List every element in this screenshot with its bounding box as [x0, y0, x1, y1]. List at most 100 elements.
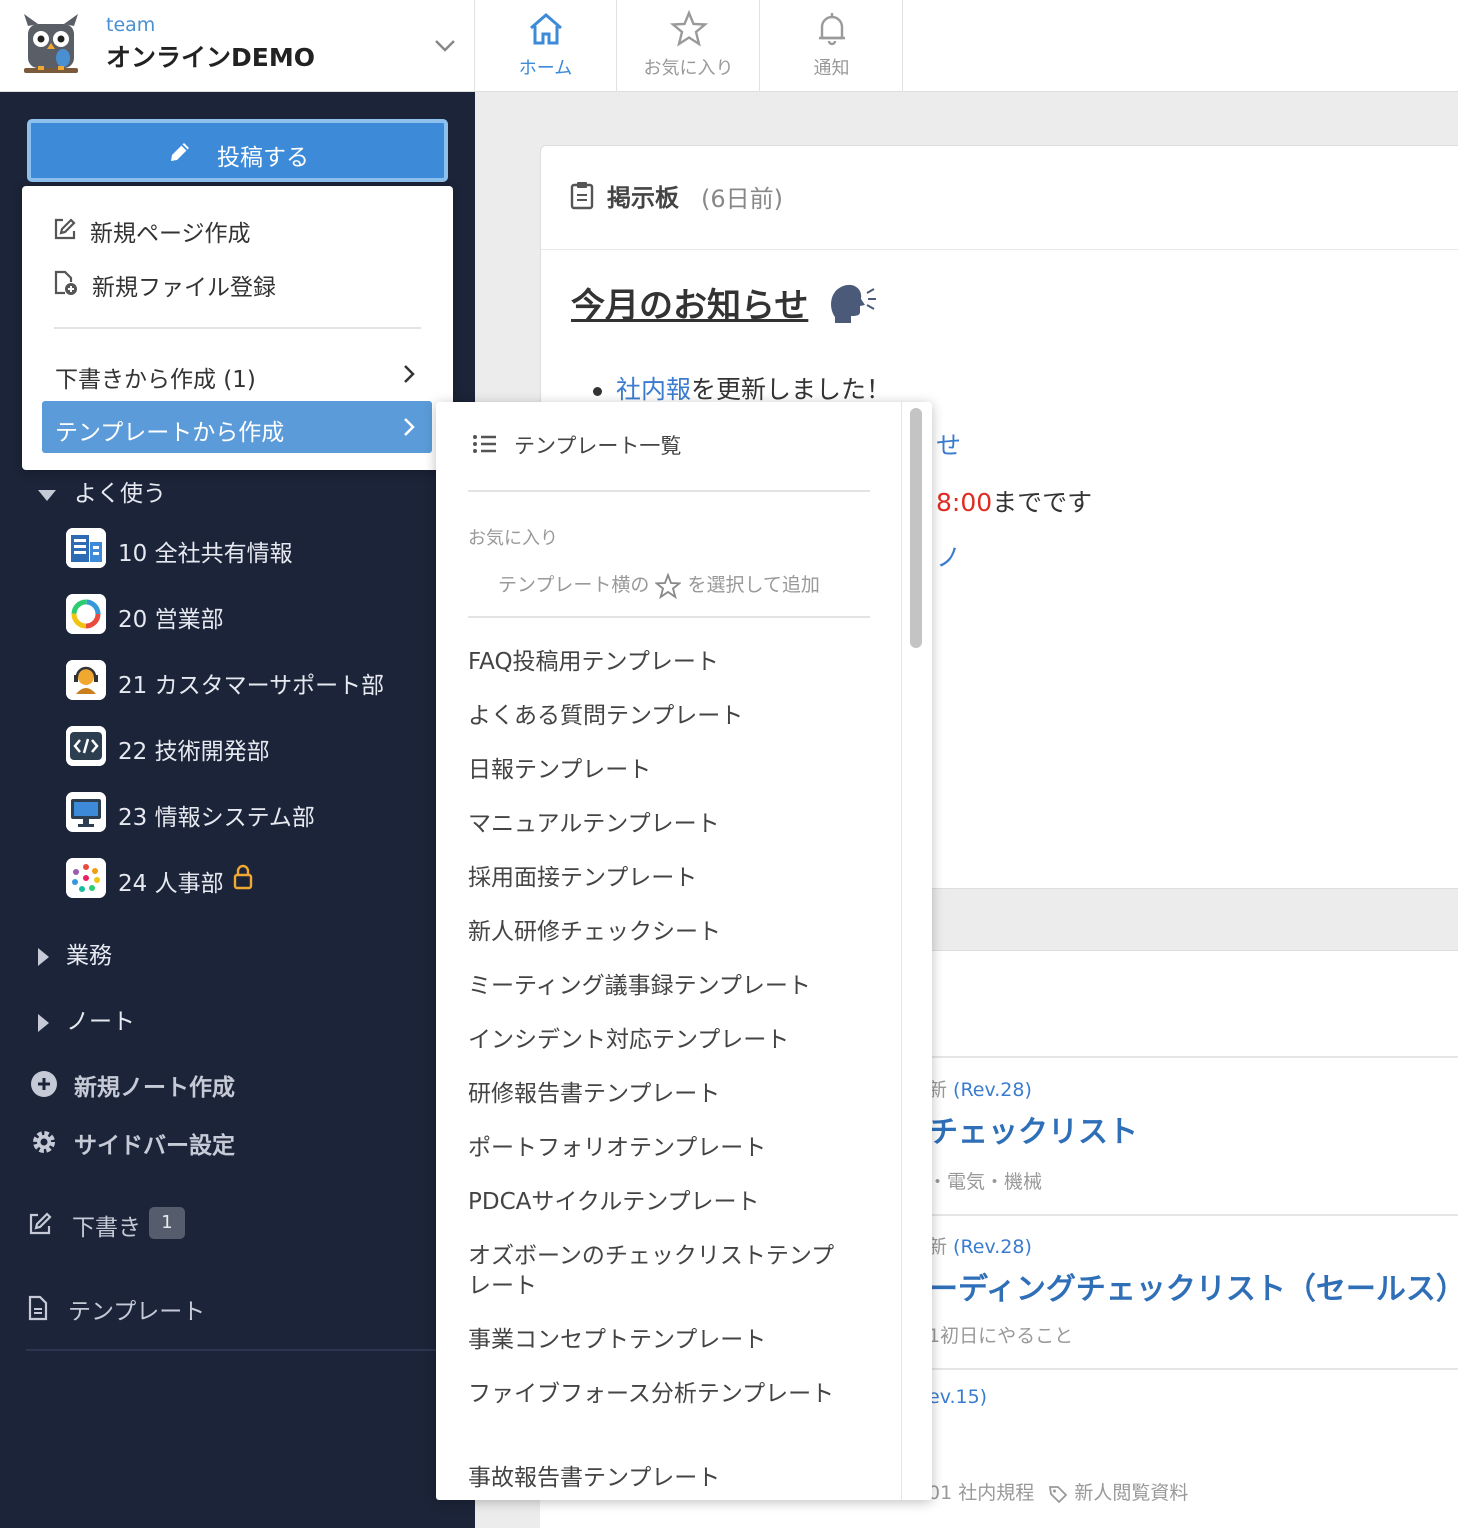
- announcement-time: 8:00: [936, 488, 993, 517]
- announcement-item: 社内報を更新しました！: [593, 370, 891, 406]
- create-from-draft-item[interactable]: 下書きから作成 (1): [42, 348, 432, 400]
- caret-right-icon: [38, 1013, 49, 1032]
- newsletter-link[interactable]: 社内報: [616, 375, 691, 404]
- submenu-divider: [468, 490, 870, 492]
- announcement-text-partial: 8:00までです: [936, 483, 1092, 519]
- scrollbar-thumb[interactable]: [910, 408, 922, 648]
- template-item[interactable]: よくある質問テンプレート: [468, 701, 848, 731]
- template-item[interactable]: ポートフォリオテンプレート: [468, 1133, 848, 1163]
- template-item[interactable]: 事故報告書テンプレート: [468, 1463, 848, 1493]
- template-item[interactable]: FAQ投稿用テンプレート: [468, 647, 848, 677]
- announcement-time-suffix: までです: [992, 488, 1093, 517]
- ring-icon: [66, 594, 106, 634]
- support-agent-icon: [66, 660, 106, 700]
- tab-notifications-label: 通知: [813, 58, 850, 79]
- plus-circle-icon: [31, 1071, 57, 1097]
- sidebar-item-label: 20 営業部: [118, 607, 224, 633]
- document-revision: ev.15): [928, 1386, 988, 1408]
- section-notes-label: ノート: [66, 1009, 135, 1035]
- sidebar-settings-label: サイドバー設定: [74, 1133, 235, 1159]
- sidebar-item-label: 21 カスタマーサポート部: [118, 673, 385, 699]
- lock-icon: [233, 864, 253, 890]
- announcement-link-partial[interactable]: せ: [936, 426, 961, 462]
- tab-favorites[interactable]: お気に入り: [618, 0, 760, 92]
- sidebar-item-label: 24 人事部: [118, 871, 224, 897]
- submenu-scrollbar[interactable]: [901, 402, 931, 1500]
- new-file-label: 新規ファイル登録: [92, 275, 276, 301]
- create-from-draft-label: 下書きから作成 (1): [55, 367, 256, 393]
- announcement-link-partial-2[interactable]: ノ: [936, 538, 961, 574]
- create-from-template-label: テンプレートから作成: [55, 420, 285, 446]
- document-icon: [28, 1295, 48, 1321]
- bell-icon: [819, 13, 845, 46]
- edit-icon: [29, 1212, 52, 1235]
- bulletin-board-header: 掲示板 (6日前): [541, 146, 1458, 250]
- template-submenu: テンプレート一覧 お気に入り テンプレート横の を選択して追加 FAQ投稿用テンプ…: [436, 402, 932, 1500]
- tab-notifications[interactable]: 通知: [761, 0, 903, 92]
- tab-home[interactable]: ホーム: [475, 0, 617, 92]
- post-dropdown-menu: 新規ページ作成 新規ファイル登録 下書きから作成 (1) テンプレートから作成: [22, 186, 453, 470]
- template-item[interactable]: ファイブフォース分析テンプレート: [468, 1379, 838, 1409]
- template-list-label: テンプレート一覧: [514, 434, 682, 458]
- section-business-label: 業務: [66, 943, 112, 969]
- sidebar-item-label: 23 情報システム部: [118, 805, 315, 831]
- dropdown-divider: [54, 327, 421, 329]
- document-title[interactable]: チェックリスト: [928, 1107, 1138, 1151]
- edit-icon: [54, 218, 76, 240]
- chevron-right-icon: [404, 365, 415, 383]
- chevron-down-icon[interactable]: [432, 32, 458, 58]
- section-business[interactable]: 業務: [36, 936, 112, 970]
- document-title[interactable]: ーディングチェックリスト（セールス）: [928, 1264, 1458, 1308]
- monitor-icon: [66, 792, 106, 832]
- section-notes[interactable]: ノート: [36, 1002, 135, 1036]
- document-tags: ・電気・機械: [928, 1171, 1043, 1193]
- announcement-heading: 今月のお知らせ: [571, 286, 809, 326]
- templates-label: テンプレート: [68, 1299, 206, 1325]
- drafts-label: 下書き: [72, 1215, 141, 1241]
- document-revision: 新 (Rev.28): [928, 1236, 1032, 1258]
- owl-logo-icon: [24, 14, 78, 73]
- template-item[interactable]: ミーティング議事録テンプレート: [468, 971, 848, 1001]
- favorites-section-label: お気に入り: [468, 528, 558, 549]
- template-item[interactable]: インシデント対応テンプレート: [468, 1025, 848, 1055]
- bulletin-board-age: (6日前): [701, 185, 783, 213]
- dots-circle-icon: [66, 858, 106, 898]
- file-add-icon: [54, 270, 77, 295]
- star-icon: [670, 10, 708, 47]
- tab-home-label: ホーム: [518, 58, 573, 79]
- new-note-label: 新規ノート作成: [74, 1075, 235, 1101]
- template-item[interactable]: 事業コンセプトテンプレート: [468, 1325, 848, 1355]
- favorites-hint: テンプレート横の を選択して追加: [498, 570, 820, 599]
- document-tags: 1初日にやること: [928, 1325, 1074, 1347]
- sidebar-item-label: 22 技術開発部: [118, 739, 270, 765]
- section-frequent[interactable]: よく使う: [36, 474, 166, 508]
- template-item[interactable]: マニュアルテンプレート: [468, 809, 848, 839]
- drafts-count-badge: 1: [149, 1207, 185, 1239]
- caret-right-icon: [38, 947, 49, 966]
- clipboard-icon: [570, 182, 594, 210]
- sidebar-divider: [26, 1349, 436, 1351]
- template-item[interactable]: オズボーンのチェックリストテンプレート: [468, 1241, 838, 1301]
- template-item[interactable]: 新人研修チェックシート: [468, 917, 848, 947]
- bulletin-board-title: 掲示板: [607, 184, 679, 212]
- pencil-icon: [171, 143, 189, 161]
- team-label: team: [106, 14, 156, 36]
- sidebar-item-label: 10 全社共有情報: [118, 541, 293, 567]
- document-revision: 新 (Rev.28): [928, 1079, 1032, 1101]
- team-name[interactable]: オンラインDEMO: [106, 38, 315, 74]
- create-from-template-item[interactable]: テンプレートから作成: [42, 401, 432, 453]
- announcement-text: を更新しました！: [691, 375, 892, 404]
- post-button-label: 投稿する: [217, 145, 309, 171]
- tag-icon: [1049, 1485, 1068, 1503]
- template-item[interactable]: 採用面接テンプレート: [468, 863, 848, 893]
- code-icon: [66, 726, 106, 766]
- chevron-right-icon: [404, 418, 415, 436]
- template-item[interactable]: 日報テンプレート: [468, 755, 848, 785]
- list-icon: [473, 435, 496, 453]
- top-nav: ホーム お気に入り 通知: [475, 0, 1458, 92]
- template-item[interactable]: 研修報告書テンプレート: [468, 1079, 848, 1109]
- post-button[interactable]: 投稿する: [27, 119, 448, 182]
- gear-icon: [33, 1131, 55, 1153]
- template-item[interactable]: PDCAサイクルテンプレート: [468, 1187, 848, 1217]
- tab-favorites-label: お気に入り: [643, 58, 734, 79]
